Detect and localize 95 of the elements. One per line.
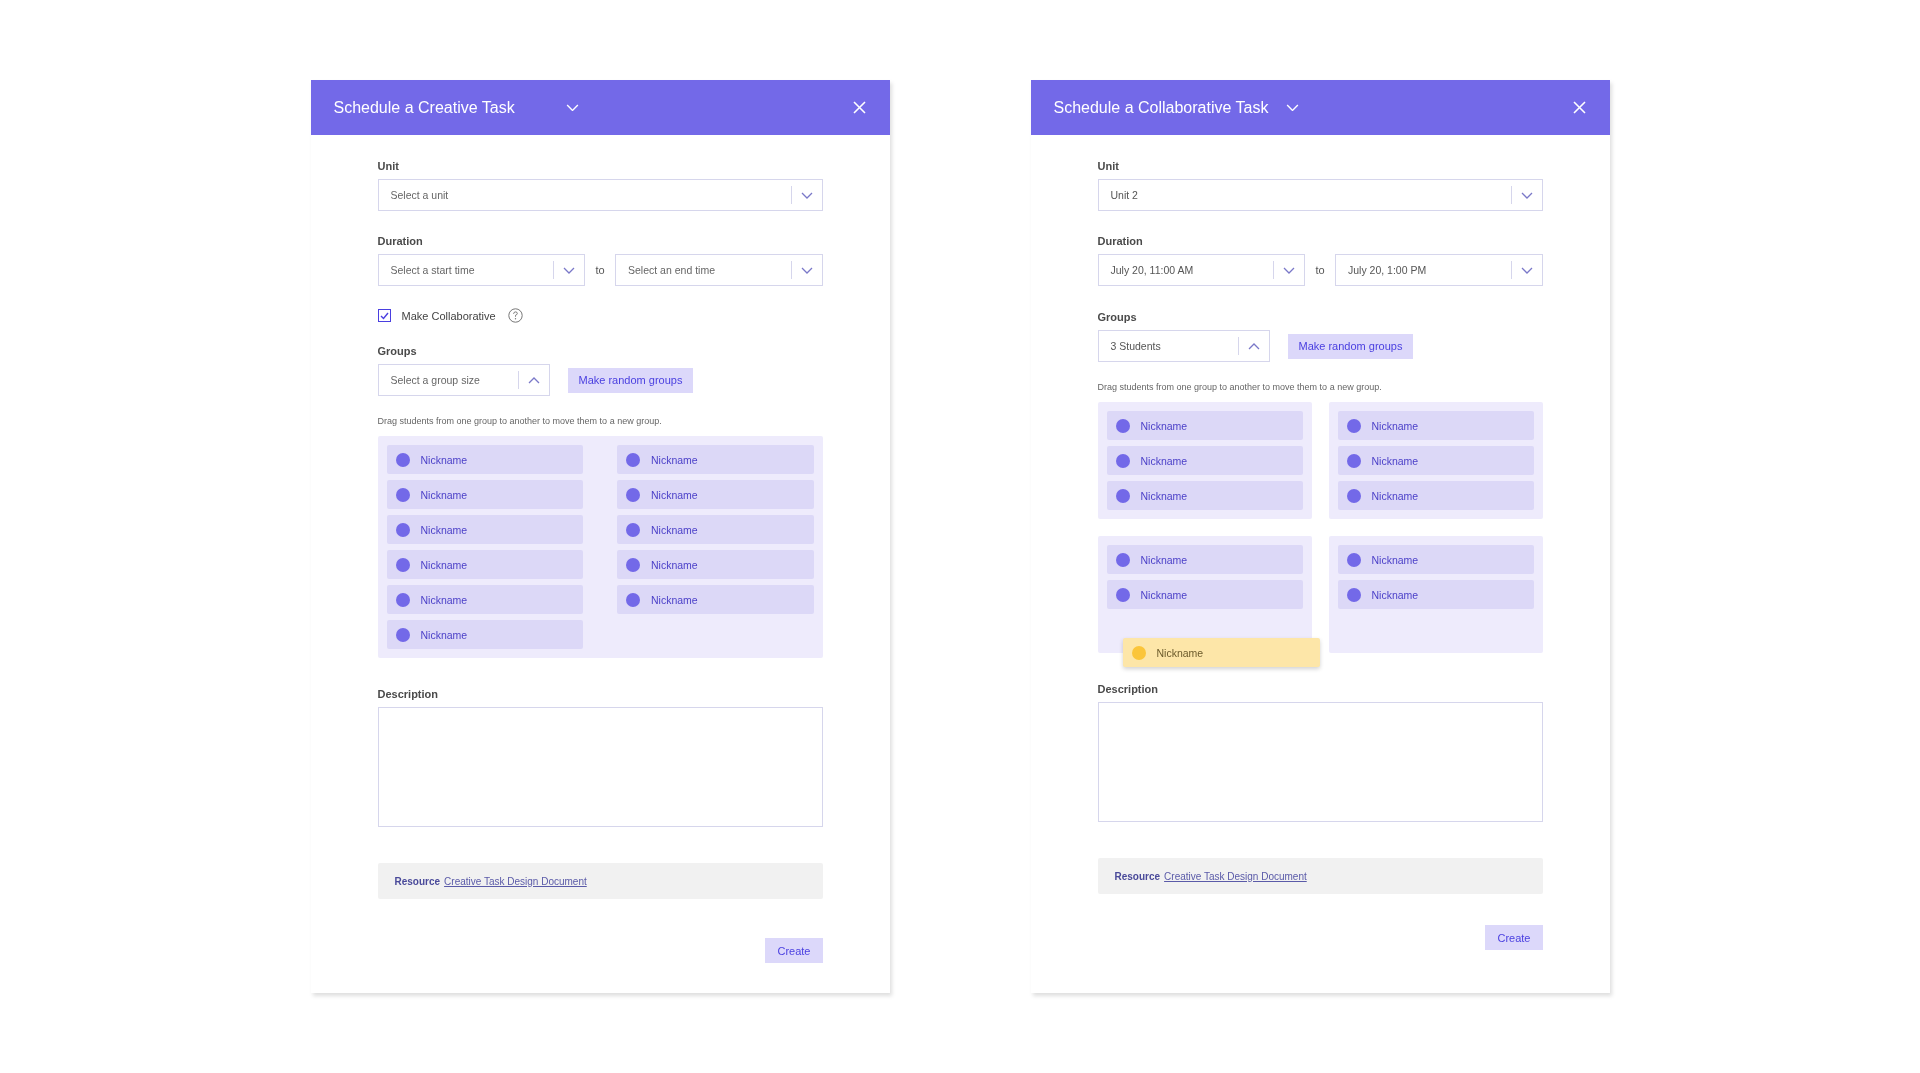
avatar-dot-icon: [395, 627, 410, 642]
student-chip[interactable]: Nickname: [617, 585, 814, 614]
resource-link[interactable]: Creative Task Design Document: [444, 875, 587, 887]
resource-label: Resource: [1114, 870, 1161, 882]
student-chip[interactable]: Nickname: [1337, 446, 1534, 475]
chevron-up-icon: [527, 376, 540, 384]
avatar-dot-icon: [626, 557, 640, 572]
student-chip[interactable]: Nickname: [617, 445, 814, 474]
student-chip[interactable]: Nickname: [1337, 580, 1534, 609]
avatar-dot-icon: [1346, 552, 1361, 567]
description-field[interactable]: [1097, 702, 1543, 822]
field-label: Groups: [1097, 311, 1138, 323]
avatar-dot-icon: [1115, 488, 1130, 503]
close-button[interactable]: [1572, 101, 1586, 114]
chevron-down-icon: [800, 191, 813, 199]
student-chip[interactable]: Nickname: [1106, 446, 1303, 475]
avatar-dot-icon: [1115, 587, 1130, 602]
resource-label: Resource: [394, 875, 441, 887]
student-chip[interactable]: Nickname: [386, 480, 583, 509]
student-chip[interactable]: Nickname: [386, 620, 583, 649]
avatar-dot-icon: [626, 487, 640, 502]
make-random-groups-button[interactable]: Make random groups: [567, 367, 694, 393]
chevron-down-icon: [563, 266, 575, 274]
avatar-dot-icon: [395, 557, 410, 572]
avatar-dot-icon: [1115, 552, 1130, 567]
separator-text: to: [594, 264, 606, 276]
chevron-up-icon: [1247, 342, 1260, 350]
chevron-down-icon: [565, 103, 579, 112]
chevron-down-icon: [1520, 266, 1533, 274]
avatar-dot-icon: [395, 522, 410, 537]
field-label: Unit: [1097, 160, 1120, 172]
hint-text: Drag students from one group to another to move them to a new group.: [1097, 382, 1383, 392]
dropdown-field[interactable]: 3 Students: [1097, 330, 1270, 362]
field-label: Groups: [377, 345, 418, 357]
student-chip[interactable]: Nickname: [1337, 545, 1534, 574]
student-chip[interactable]: Nickname: [617, 550, 814, 579]
student-chip[interactable]: Nickname: [1106, 411, 1303, 440]
student-chip[interactable]: Nickname: [386, 550, 583, 579]
create-button[interactable]: Create: [765, 938, 823, 963]
avatar-dot-icon: [1115, 418, 1130, 433]
title-dropdown-button[interactable]: [1285, 103, 1299, 112]
dropdown-field[interactable]: Select a unit: [377, 179, 823, 211]
student-chip[interactable]: Nickname: [617, 515, 814, 544]
avatar-dot-icon: [395, 592, 410, 607]
avatar-dot-icon: [1346, 587, 1361, 602]
avatar-dot-icon: [626, 522, 640, 537]
dragged-student-chip[interactable]: Nickname: [1122, 638, 1320, 667]
close-icon: [1572, 101, 1586, 114]
field-label: Description: [1097, 683, 1159, 695]
dropdown-field[interactable]: July 20, 11:00 AM: [1097, 254, 1305, 286]
student-chip[interactable]: Nickname: [617, 480, 814, 509]
dropdown-field[interactable]: Select a start time: [377, 254, 585, 286]
field-label: Duration: [1097, 235, 1144, 247]
checkbox[interactable]: [377, 309, 391, 322]
close-button[interactable]: [852, 101, 866, 114]
student-chip[interactable]: Nickname: [1337, 481, 1534, 510]
chevron-down-icon: [800, 266, 813, 274]
description-field[interactable]: [377, 707, 823, 827]
avatar-dot-icon: [395, 452, 410, 467]
avatar-dot-icon: [1346, 453, 1361, 468]
avatar-dot-icon: [1131, 645, 1146, 660]
student-chip[interactable]: Nickname: [386, 445, 583, 474]
field-label: Description: [377, 688, 439, 700]
make-random-groups-button[interactable]: Make random groups: [1287, 333, 1414, 359]
student-chip[interactable]: Nickname: [1337, 411, 1534, 440]
dropdown-field[interactable]: Select a group size: [377, 364, 550, 396]
student-chip[interactable]: Nickname: [386, 585, 583, 614]
avatar-dot-icon: [395, 487, 410, 502]
title-dropdown-button[interactable]: [565, 103, 579, 112]
avatar-dot-icon: [1346, 488, 1361, 503]
student-chip[interactable]: Nickname: [1106, 580, 1303, 609]
close-icon: [852, 101, 866, 114]
chevron-down-icon: [1285, 103, 1299, 112]
dropdown-field[interactable]: Select an end time: [615, 254, 823, 286]
dropdown-field[interactable]: July 20, 1:00 PM: [1335, 254, 1543, 286]
student-chip[interactable]: Nickname: [1106, 545, 1303, 574]
field-label: Unit: [377, 160, 400, 172]
avatar-dot-icon: [626, 452, 640, 467]
dropdown-field[interactable]: Unit 2: [1097, 179, 1543, 211]
resource-link[interactable]: Creative Task Design Document: [1164, 870, 1307, 882]
help-icon[interactable]: [507, 308, 523, 323]
dialog-title: Schedule a Creative Task: [333, 98, 516, 117]
student-chip[interactable]: Nickname: [386, 515, 583, 544]
chevron-down-icon: [1520, 191, 1533, 199]
create-button[interactable]: Create: [1485, 925, 1543, 950]
hint-text: Drag students from one group to another to move them to a new group.: [377, 416, 663, 426]
checkbox-label: Make Collaborative: [401, 309, 496, 322]
avatar-dot-icon: [626, 592, 640, 607]
avatar-dot-icon: [1346, 418, 1361, 433]
field-label: Duration: [377, 235, 424, 247]
avatar-dot-icon: [1115, 453, 1130, 468]
chevron-down-icon: [1283, 266, 1295, 274]
separator-text: to: [1314, 264, 1326, 276]
dialog-title: Schedule a Collaborative Task: [1053, 98, 1270, 117]
student-chip[interactable]: Nickname: [1106, 481, 1303, 510]
